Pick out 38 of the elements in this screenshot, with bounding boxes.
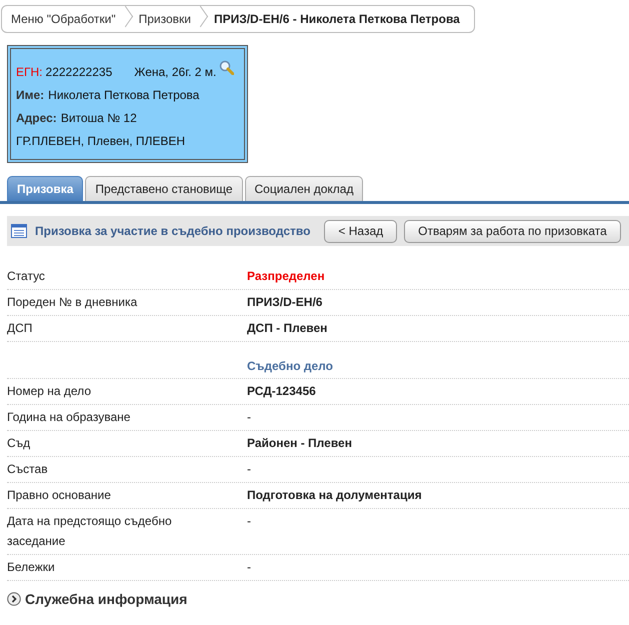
field-label: Статус bbox=[7, 268, 46, 285]
field-label: Правно основание bbox=[7, 487, 112, 504]
name-label: Име: bbox=[16, 88, 44, 102]
breadcrumb-link[interactable]: Меню "Обработки" bbox=[2, 6, 130, 32]
breadcrumb-link[interactable]: Призовки bbox=[130, 6, 205, 32]
egn-label: ЕГН: bbox=[16, 64, 43, 78]
field-label: Бележки bbox=[7, 559, 56, 576]
field-value: Подготовка на долументация bbox=[247, 487, 423, 504]
address-label: Адрес: bbox=[16, 110, 57, 124]
field-value: - bbox=[247, 559, 252, 576]
address-value: Витоша № 12 bbox=[60, 110, 137, 124]
field-value: - bbox=[247, 513, 252, 530]
field-label: Дата на предстоящо съдебно заседание bbox=[7, 513, 173, 550]
egn-value: 2222222235 bbox=[46, 64, 112, 78]
field-label: ДСП bbox=[7, 320, 34, 337]
field-value: - bbox=[247, 461, 252, 478]
field-value: РСД-123456 bbox=[247, 383, 317, 400]
section-link[interactable]: Служебна информация bbox=[25, 591, 188, 607]
field-label: Съд bbox=[7, 435, 32, 452]
gender-age: Жена, 26г. 2 м. bbox=[134, 64, 216, 78]
field-value: ПРИЗ/D-ЕН/6 bbox=[247, 294, 324, 311]
city-line: ГР.ПЛЕВЕН, Плевен, ПЛЕВЕН bbox=[16, 134, 186, 148]
open-work-button[interactable]: Отварям за работа по призовката bbox=[404, 220, 621, 242]
back-button[interactable]: < Назад bbox=[324, 220, 398, 242]
field-value: Районен - Плевен bbox=[247, 435, 353, 452]
field-value: - bbox=[247, 409, 252, 426]
breadcrumb-link[interactable]: ПРИЗ/D-ЕН/6 - Николета Петкова Петрова bbox=[204, 6, 474, 32]
field-label: Година на образуване bbox=[7, 409, 132, 426]
name-value: Николета Петкова Петрова bbox=[48, 88, 200, 102]
field-value: Разпределен bbox=[247, 268, 326, 285]
section-heading: Съдебно дело bbox=[247, 358, 334, 375]
field-label: Състав bbox=[7, 461, 49, 478]
field-label: Номер на дело bbox=[7, 383, 92, 400]
toolbar-title: Призовка за участие в съдебно производство bbox=[35, 224, 310, 238]
field-label: Пореден № в дневника bbox=[7, 294, 138, 311]
tab[interactable]: Представено становище bbox=[85, 176, 243, 201]
field-value: ДСП - Плевен bbox=[247, 320, 328, 337]
tab[interactable]: Социален доклад bbox=[244, 176, 364, 201]
